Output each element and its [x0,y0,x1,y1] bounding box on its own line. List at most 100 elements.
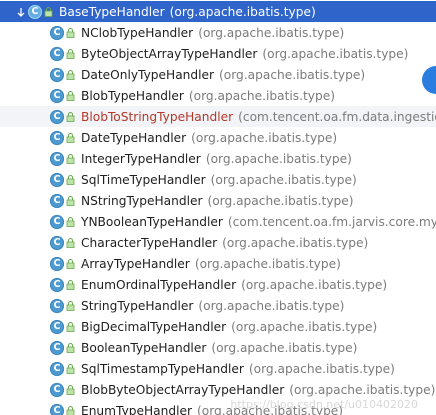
class-access-icon [66,237,75,248]
class-access-icon [66,48,75,59]
class-access-icon [66,90,75,101]
class-package: (com.tencent.oa.fm.jarvis.core.myba [227,214,436,229]
class-name: SqlTimeTypeHandler [81,172,206,187]
class-package: (org.apache.ibatis.type) [231,319,378,334]
root-class-name: BaseTypeHandler [59,4,165,19]
class-name: ArrayTypeHandler [81,256,190,271]
tree-row[interactable]: C YNBooleanTypeHandler (com.tencent.oa.fm.… [0,211,436,232]
class-name: SqlTimestampTypeHandler [81,361,244,376]
watermark-text: https://blog.csdn.net/u010402020 [230,398,418,411]
tree-row[interactable]: C NStringTypeHandler (org.apache.ibatis.ty… [0,190,436,211]
class-name: NClobTypeHandler [81,25,194,40]
class-package: (org.apache.ibatis.type) [211,340,358,355]
class-name: NStringTypeHandler [81,193,203,208]
class-package: (org.apache.ibatis.type) [194,256,341,271]
class-access-icon [66,195,75,206]
class-icon: C [50,151,64,166]
class-icon: C [28,4,42,19]
class-access-icon [66,174,75,185]
class-icon: C [50,340,64,355]
class-package: (com.tencent.oa.fm.data.ingestion. [238,109,436,124]
class-access-icon [66,405,75,415]
tree-row[interactable]: C BigDecimalTypeHandler (org.apache.ibatis… [0,316,436,337]
class-package: (org.apache.ibatis.type) [289,382,436,397]
class-icon: C [50,25,64,40]
tree-row[interactable]: C NClobTypeHandler (org.apache.ibatis.type… [0,22,436,43]
class-icon: C [50,67,64,82]
class-package: (org.apache.ibatis.type) [241,277,388,292]
tree-row[interactable]: C ArrayTypeHandler (org.apache.ibatis.type… [0,253,436,274]
class-access-icon [66,69,75,80]
class-access-icon [66,342,75,353]
tree-row[interactable]: C BlobTypeHandler (org.apache.ibatis.type) [0,85,436,106]
class-name: BlobTypeHandler [81,88,184,103]
class-icon: C [50,277,64,292]
class-access-icon [66,132,75,143]
class-name: CharacterTypeHandler [81,235,218,250]
class-name: BigDecimalTypeHandler [81,319,227,334]
class-access-icon [66,321,75,332]
class-icon: C [50,193,64,208]
class-access-icon [66,279,75,290]
class-package: (org.apache.ibatis.type) [188,88,335,103]
class-icon: C [50,382,64,397]
class-name: BlobByteObjectArrayTypeHandler [81,382,285,397]
class-name: ByteObjectArrayTypeHandler [81,46,258,61]
tree-row[interactable]: C CharacterTypeHandler (org.apache.ibatis.… [0,232,436,253]
class-package: (org.apache.ibatis.type) [198,25,345,40]
class-icon: C [50,172,64,187]
tree-row[interactable]: C BlobToStringTypeHandler (com.tencent.oa.… [0,106,436,127]
class-icon: C [50,361,64,376]
class-access-icon [66,216,75,227]
class-name: DateTypeHandler [81,130,187,145]
class-name: IntegerTypeHandler [81,151,201,166]
class-package: (org.apache.ibatis.type) [210,172,357,187]
class-icon: C [50,319,64,334]
class-package: (org.apache.ibatis.type) [198,298,345,313]
tree-row[interactable]: C SqlTimestampTypeHandler (org.apache.ibat… [0,358,436,379]
tree-row[interactable]: C DateTypeHandler (org.apache.ibatis.type) [0,127,436,148]
class-name: YNBooleanTypeHandler [81,214,223,229]
class-package: (org.apache.ibatis.type) [207,193,354,208]
class-name: DateOnlyTypeHandler [81,67,215,82]
tree-row[interactable]: C IntegerTypeHandler (org.apache.ibatis.ty… [0,148,436,169]
class-icon: C [50,235,64,250]
tree-row[interactable]: C SqlTimeTypeHandler (org.apache.ibatis.ty… [0,169,436,190]
type-hierarchy-tree: C BaseTypeHandler (org.apache.ibatis.typ… [0,0,436,415]
class-access-icon [66,258,75,269]
class-access-icon [66,27,75,38]
class-icon: C [50,214,64,229]
tree-row[interactable]: C BlobByteObjectArrayTypeHandler (org.apac… [0,379,436,400]
class-name: BlobToStringTypeHandler [81,109,234,124]
class-icon: C [50,403,64,415]
tree-row[interactable]: C DateOnlyTypeHandler (org.apache.ibatis.t… [0,64,436,85]
class-package: (org.apache.ibatis.type) [191,130,338,145]
class-package: (org.apache.ibatis.type) [262,46,409,61]
tree-row[interactable]: C ByteObjectArrayTypeHandler (org.apache.i… [0,43,436,64]
class-access-icon [66,363,75,374]
class-package: (org.apache.ibatis.type) [222,235,369,250]
class-access-icon [66,300,75,311]
root-class-package: (org.apache.ibatis.type) [169,4,316,19]
class-access-icon [66,153,75,164]
class-icon: C [50,256,64,271]
tree-root-row[interactable]: C BaseTypeHandler (org.apache.ibatis.typ… [0,1,436,22]
tree-row[interactable]: C StringTypeHandler (org.apache.ibatis.typ… [0,295,436,316]
class-icon: C [50,46,64,61]
class-icon: C [50,130,64,145]
tree-row[interactable]: C BooleanTypeHandler (org.apache.ibatis.ty… [0,337,436,358]
class-name: EnumOrdinalTypeHandler [81,277,237,292]
class-package: (org.apache.ibatis.type) [248,361,395,376]
class-name: EnumTypeHandler [81,403,193,415]
tree-row[interactable]: C EnumOrdinalTypeHandler (org.apache.ibati… [0,274,436,295]
class-access-icon [66,384,75,395]
expand-arrow-icon[interactable] [16,7,26,17]
class-package: (org.apache.ibatis.type) [205,151,352,166]
class-access-icon [66,111,75,122]
class-icon: C [50,109,64,124]
class-icon: C [50,88,64,103]
class-package: (org.apache.ibatis.type) [219,67,366,82]
class-name: StringTypeHandler [81,298,194,313]
class-name: BooleanTypeHandler [81,340,207,355]
class-icon: C [50,298,64,313]
